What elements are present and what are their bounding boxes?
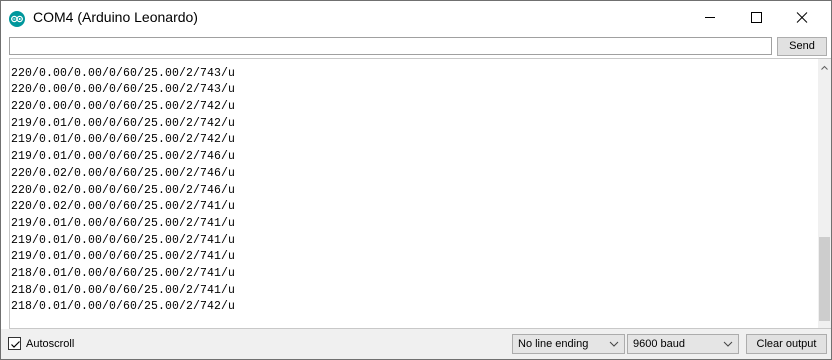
send-input[interactable] [9, 37, 772, 55]
serial-monitor-window: COM4 (Arduino Leonardo) Send 219/0.01/0.… [0, 0, 832, 360]
serial-line: 219/0.01/0.00/0/60/25.00/2/742/u [11, 116, 236, 130]
scroll-thumb[interactable] [819, 237, 830, 321]
minimize-icon [705, 17, 715, 18]
serial-line: 219/0.01/0.00/0/60/25.00/2/741/u [11, 216, 236, 230]
serial-line: 219/0.01/0.00/0/60/25.00/2/746/u [11, 150, 236, 164]
scroll-up-icon[interactable] [818, 61, 831, 75]
maximize-icon [751, 12, 762, 23]
chevron-down-icon [609, 341, 619, 347]
serial-output-pane[interactable]: 219/0.01/0.00/0/60/25.00/2/743/u220/0.00… [9, 58, 831, 329]
serial-line: 220/0.00/0.00/0/60/25.00/2/743/u [11, 66, 236, 80]
serial-line: 220/0.02/0.00/0/60/25.00/2/741/u [11, 200, 236, 214]
autoscroll-checkbox[interactable] [8, 337, 21, 350]
serial-line: 219/0.01/0.00/0/60/25.00/2/741/u [11, 250, 236, 264]
line-ending-select[interactable]: No line ending [512, 334, 625, 354]
maximize-button[interactable] [733, 1, 779, 34]
serial-line: 220/0.02/0.00/0/60/25.00/2/746/u [11, 183, 236, 197]
serial-line: 218/0.01/0.00/0/60/25.00/2/741/u [11, 266, 236, 280]
close-icon [796, 12, 808, 23]
vertical-scrollbar[interactable] [818, 59, 831, 328]
autoscroll-label: Autoscroll [26, 338, 75, 350]
serial-output-lines: 219/0.01/0.00/0/60/25.00/2/743/u220/0.00… [11, 59, 236, 316]
chevron-down-icon [723, 341, 733, 347]
baud-rate-value: 9600 baud [633, 338, 685, 350]
serial-line: 219/0.01/0.00/0/60/25.00/2/741/u [11, 233, 236, 247]
arduino-icon [9, 11, 25, 27]
serial-line: 218/0.01/0.00/0/60/25.00/2/741/u [11, 283, 236, 297]
send-row: Send [1, 36, 831, 58]
window-title: COM4 (Arduino Leonardo) [33, 9, 198, 25]
minimize-button[interactable] [687, 1, 733, 34]
close-button[interactable] [779, 1, 825, 34]
serial-line: 220/0.00/0.00/0/60/25.00/2/742/u [11, 100, 236, 114]
serial-line: 219/0.01/0.00/0/60/25.00/2/743/u [11, 59, 235, 66]
send-button[interactable]: Send [777, 37, 827, 56]
serial-line: 219/0.01/0.00/0/60/25.00/2/742/u [11, 133, 236, 147]
check-icon [11, 341, 20, 348]
baud-rate-select[interactable]: 9600 baud [627, 334, 739, 354]
line-ending-value: No line ending [518, 338, 589, 350]
serial-line: 220/0.02/0.00/0/60/25.00/2/746/u [11, 166, 236, 180]
clear-output-button[interactable]: Clear output [746, 334, 827, 354]
title-bar[interactable]: COM4 (Arduino Leonardo) [1, 1, 831, 34]
serial-line: 218/0.01/0.00/0/60/25.00/2/742/u [11, 300, 236, 314]
status-bar: Autoscroll No line ending 9600 baud Clea… [1, 329, 831, 359]
serial-line: 220/0.00/0.00/0/60/25.00/2/743/u [11, 83, 236, 97]
